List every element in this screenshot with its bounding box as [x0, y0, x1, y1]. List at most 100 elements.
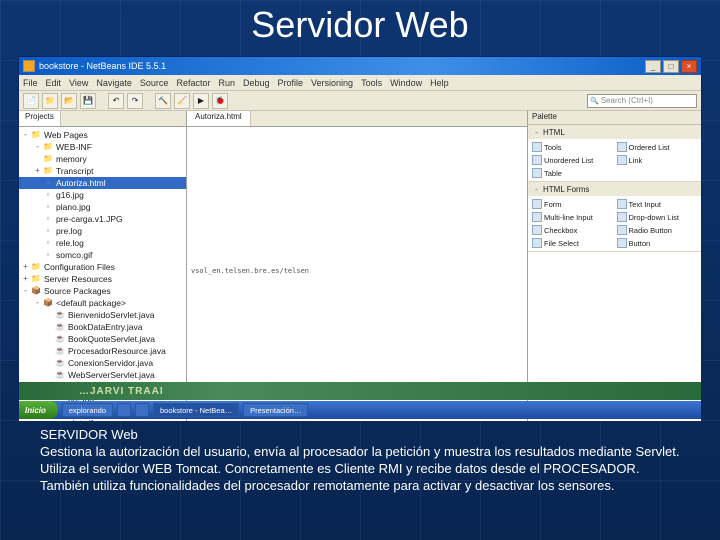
minimize-button[interactable]: _	[645, 60, 661, 73]
menu-versioning[interactable]: Versioning	[311, 78, 353, 88]
pkg-icon: 📦	[42, 298, 54, 308]
menu-profile[interactable]: Profile	[278, 78, 304, 88]
tree-node[interactable]: ☕BookDataEntry.java	[19, 321, 186, 333]
project-tree[interactable]: -📁Web Pages-📁WEB-INF 📁memory+📁Transcript…	[19, 127, 186, 421]
tree-node[interactable]: ☕BienvenidoServlet.java	[19, 309, 186, 321]
undo-icon[interactable]: ↶	[108, 93, 124, 109]
palette-item-icon	[532, 142, 542, 152]
palette-item-icon	[617, 225, 627, 235]
editor-tab[interactable]: Autoriza.html	[187, 111, 251, 126]
palette-item[interactable]: Link	[617, 154, 698, 166]
maximize-button[interactable]: □	[663, 60, 679, 73]
palette-item[interactable]: Table	[532, 167, 613, 179]
menu-refactor[interactable]: Refactor	[176, 78, 210, 88]
taskbar-item[interactable]	[135, 403, 149, 417]
save-icon[interactable]: 💾	[80, 93, 96, 109]
projects-tab[interactable]: Projects	[19, 111, 61, 126]
java-icon: ☕	[54, 358, 66, 368]
tree-node[interactable]: ☕ProcesadorResource.java	[19, 345, 186, 357]
tree-node[interactable]: -📁WEB-INF	[19, 141, 186, 153]
doc-icon: ▫	[42, 214, 54, 224]
code-editor[interactable]: vsol_en.telsen.bre.es/telsen	[187, 127, 527, 421]
palette-group-header[interactable]: -HTML Forms	[528, 182, 701, 196]
palette-item[interactable]: Multi-line Input	[532, 211, 613, 223]
java-icon: ☕	[54, 346, 66, 356]
tree-node[interactable]: ▫somco.gif	[19, 249, 186, 261]
redo-icon[interactable]: ↷	[127, 93, 143, 109]
palette-item[interactable]: Ordered List	[617, 141, 698, 153]
new-file-icon[interactable]: 📄	[23, 93, 39, 109]
tree-node[interactable]: ▫pre-carga.v1.JPG	[19, 213, 186, 225]
tree-label: pre-carga.v1.JPG	[56, 213, 123, 225]
menu-bar: File Edit View Navigate Source Refactor …	[19, 75, 701, 91]
palette-item[interactable]: Button	[617, 237, 698, 249]
doc-icon: ▫	[42, 202, 54, 212]
menu-file[interactable]: File	[23, 78, 38, 88]
tree-node[interactable]: ▫Autoriza.html	[19, 177, 186, 189]
menu-edit[interactable]: Edit	[46, 78, 62, 88]
palette-item[interactable]: Drop-down List	[617, 211, 698, 223]
tree-node[interactable]: ☕ConexionServidor.java	[19, 357, 186, 369]
tree-node[interactable]: ▫g16.jpg	[19, 189, 186, 201]
new-project-icon[interactable]: 📁	[42, 93, 58, 109]
menu-window[interactable]: Window	[390, 78, 422, 88]
menu-run[interactable]: Run	[218, 78, 235, 88]
open-icon[interactable]: 📂	[61, 93, 77, 109]
taskbar-item-active[interactable]: bookstore - NetBea…	[153, 403, 239, 417]
palette-item[interactable]: Checkbox	[532, 224, 613, 236]
clean-icon[interactable]: 🧹	[174, 93, 190, 109]
java-icon: ☕	[54, 334, 66, 344]
menu-debug[interactable]: Debug	[243, 78, 270, 88]
menu-tools[interactable]: Tools	[361, 78, 382, 88]
banner-strip: …JARVI TRAAI	[19, 382, 701, 400]
menu-view[interactable]: View	[69, 78, 88, 88]
palette-item-icon	[617, 238, 627, 248]
java-icon: ☕	[54, 370, 66, 380]
menu-navigate[interactable]: Navigate	[96, 78, 132, 88]
tree-label: BookDataEntry.java	[68, 321, 143, 333]
palette-item[interactable]: Text Input	[617, 198, 698, 210]
palette-pane: Palette -HTMLToolsOrdered ListUnordered …	[527, 111, 701, 421]
palette-item-icon	[532, 238, 542, 248]
tree-label: g16.jpg	[56, 189, 84, 201]
tree-node[interactable]: -📁Web Pages	[19, 129, 186, 141]
menu-source[interactable]: Source	[140, 78, 169, 88]
palette-item[interactable]: Radio Button	[617, 224, 698, 236]
tree-label: WebServerServlet.java	[68, 369, 155, 381]
tree-node[interactable]: ▫plano.jpg	[19, 201, 186, 213]
tree-node[interactable]: +📁Transcript	[19, 165, 186, 177]
build-icon[interactable]: 🔨	[155, 93, 171, 109]
tree-node[interactable]: ▫rele.log	[19, 237, 186, 249]
palette-item[interactable]: File Select	[532, 237, 613, 249]
close-button[interactable]: ×	[681, 60, 697, 73]
editor-pane: Autoriza.html vsol_en.telsen.bre.es/tels…	[187, 111, 527, 421]
tree-node[interactable]: 📁memory	[19, 153, 186, 165]
folder-icon: 📁	[42, 166, 54, 176]
run-icon[interactable]: ▶	[193, 93, 209, 109]
palette-item-icon	[617, 142, 627, 152]
tree-node[interactable]: +📁Configuration Files	[19, 261, 186, 273]
tree-label: Source Packages	[44, 285, 111, 297]
tree-node[interactable]: +📁Server Resources	[19, 273, 186, 285]
search-input[interactable]: Search (Ctrl+I)	[587, 94, 697, 108]
tree-node[interactable]: -📦<default package>	[19, 297, 186, 309]
taskbar-item[interactable]: Presentación…	[243, 403, 308, 417]
tree-label: Server Resources	[44, 273, 112, 285]
tree-node[interactable]: ▫pre.log	[19, 225, 186, 237]
palette-item[interactable]: Unordered List	[532, 154, 613, 166]
palette-group-header[interactable]: -HTML	[528, 125, 701, 139]
taskbar-item[interactable]	[117, 403, 131, 417]
taskbar-item[interactable]: explorando	[62, 403, 113, 417]
palette-item[interactable]: Tools	[532, 141, 613, 153]
debug-icon[interactable]: 🐞	[212, 93, 228, 109]
start-button[interactable]: Inicio	[19, 401, 58, 419]
tree-node[interactable]: ☕WebServerServlet.java	[19, 369, 186, 381]
palette-item[interactable]: Form	[532, 198, 613, 210]
palette-item-icon	[532, 155, 542, 165]
tree-node[interactable]: -📦Source Packages	[19, 285, 186, 297]
tree-label: Autoriza.html	[56, 177, 106, 189]
menu-help[interactable]: Help	[430, 78, 449, 88]
doc-icon: ▫	[42, 226, 54, 236]
pkg-icon: 📦	[30, 286, 42, 296]
tree-node[interactable]: ☕BookQuoteServlet.java	[19, 333, 186, 345]
